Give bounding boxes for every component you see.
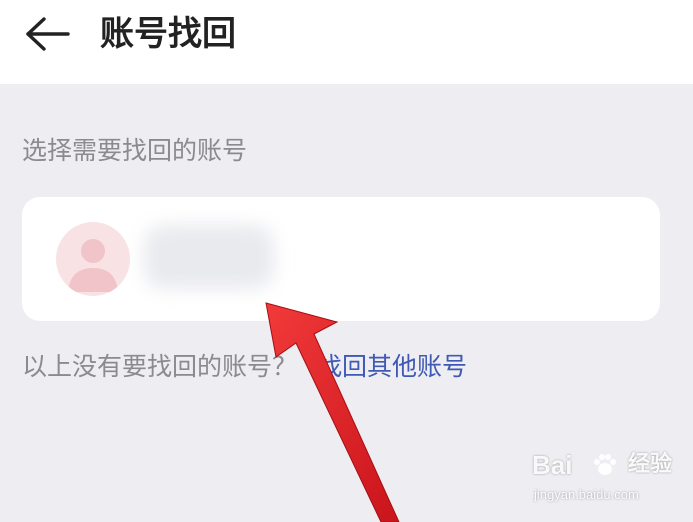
watermark-url: jingyan.baidu.com xyxy=(534,487,639,502)
footer-question: 以上没有要找回的账号？ xyxy=(22,352,298,381)
user-avatar-icon xyxy=(56,222,130,296)
watermark: Bai 经验 jingyan.baidu.com xyxy=(532,448,682,514)
watermark-jingyan: 经验 xyxy=(628,452,673,477)
account-card[interactable] xyxy=(22,197,660,321)
arrow-left-icon[interactable] xyxy=(22,14,72,54)
account-name xyxy=(144,225,274,289)
paw-icon xyxy=(594,454,616,475)
watermark-brand: Bai xyxy=(532,450,573,480)
section-label: 选择需要找回的账号 xyxy=(22,136,248,165)
page-title: 账号找回 xyxy=(100,14,236,54)
footer-row: 以上没有要找回的账号？ 找回其他账号 xyxy=(22,350,467,384)
app-header: 账号找回 xyxy=(0,0,693,84)
recover-other-account-link[interactable]: 找回其他账号 xyxy=(317,352,467,381)
